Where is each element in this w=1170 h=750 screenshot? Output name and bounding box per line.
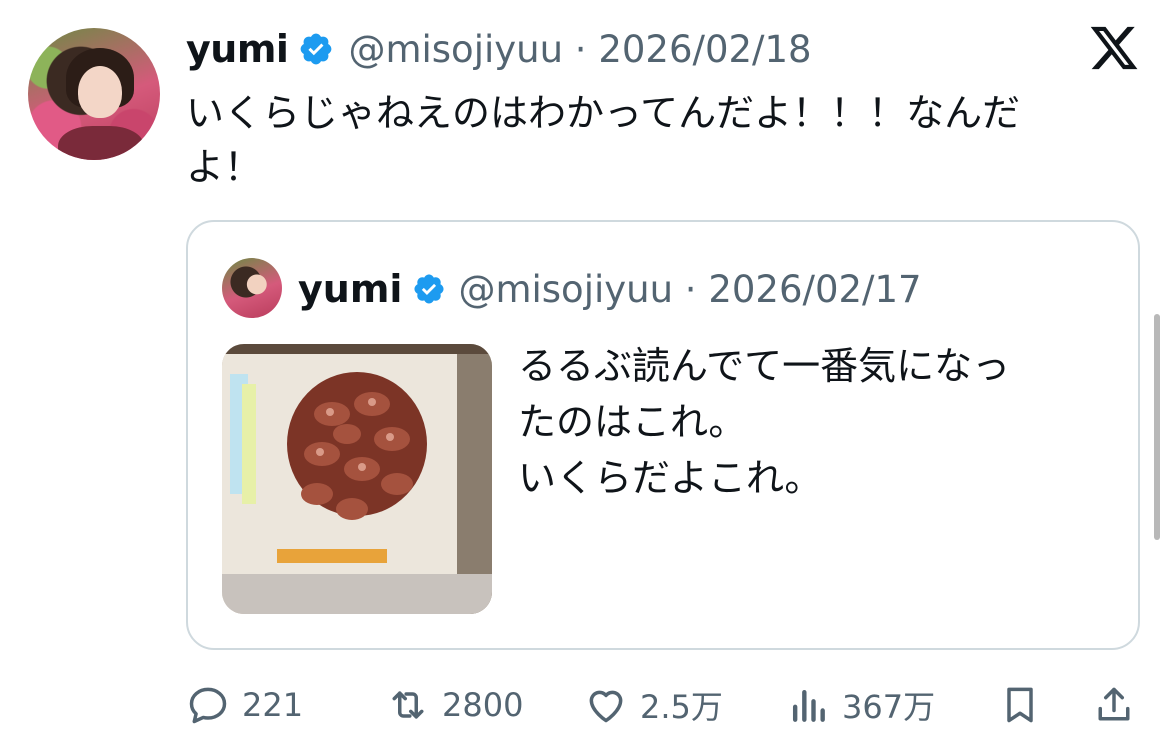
author-avatar[interactable] [28,28,160,160]
author-name[interactable]: yumi [186,27,289,71]
views-button[interactable]: 367万 [786,680,935,730]
share-icon [1098,687,1130,721]
tweet-text: いくらじゃねえのはわかってんだよ！！！なんだ よ！ [186,91,1021,189]
verified-badge-icon [414,274,444,304]
views-count: 367万 [842,688,936,726]
quoted-handle-date[interactable]: @misojiyuu · 2026/02/17 [458,268,921,311]
tweet-header: yumi @misojiyuu · 2026/02/18 [186,26,812,72]
magazine-photo-illustration [222,344,492,614]
author-handle-date[interactable]: @misojiyuu · 2026/02/18 [348,28,811,71]
retweet-button[interactable]: 2800 [386,680,523,730]
avatar-body [58,126,144,160]
retweet-count: 2800 [442,686,524,724]
quoted-author-avatar[interactable] [222,258,282,318]
avatar-face [78,66,122,118]
quoted-tweet-header: yumi @misojiyuu · 2026/02/17 [298,266,922,312]
quoted-tweet-image[interactable] [222,344,492,614]
views-icon [792,689,825,722]
reply-count: 221 [242,686,304,724]
reply-icon [189,687,227,724]
like-count: 2.5万 [640,688,723,726]
verified-badge-icon [301,33,332,65]
like-button[interactable]: 2.5万 [584,680,723,730]
bookmark-button[interactable] [998,680,1042,730]
quoted-tweet-text: るるぶ読んでて一番気になっ たのはこれ。 いくらだよこれ。 [518,344,1011,500]
scrollbar[interactable] [1154,314,1160,540]
bookmark-icon [1007,687,1033,723]
share-button[interactable] [1092,680,1136,730]
reply-button[interactable]: 221 [186,680,303,730]
action-bar: 221 2800 2.5万 367万 [186,680,1146,730]
heart-icon [589,690,623,723]
retweet-icon [392,691,424,719]
quoted-author-name[interactable]: yumi [298,267,402,311]
x-logo-icon[interactable] [1088,22,1140,74]
